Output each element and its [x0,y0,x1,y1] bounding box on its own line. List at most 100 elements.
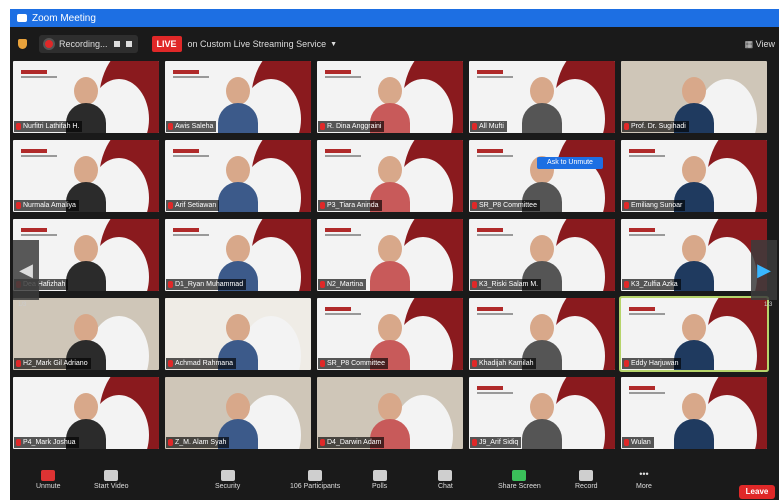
participant-face [226,235,250,263]
microphone-muted-icon [472,281,477,288]
record-button[interactable]: Record [575,470,598,490]
participant-tile[interactable]: N2_Martina [317,219,463,291]
event-logo [477,313,513,315]
microphone-muted-icon [16,202,21,209]
event-logo [629,155,665,157]
participant-name-tag: N2_Martina [318,279,367,290]
participant-tile[interactable]: P4_Mark Joshua [13,377,159,449]
participant-tile[interactable]: D4_Darwin Adam [317,377,463,449]
microphone-muted-icon [624,360,629,367]
participant-name: SR_P8 Committee [479,202,537,209]
live-badge[interactable]: LIVE [151,36,182,52]
participant-tile[interactable]: Arif Setiawan [165,140,311,212]
event-logo [173,149,199,153]
unmute-label: Unmute [36,483,61,490]
participant-name: D4_Darwin Adam [327,439,382,446]
participant-face [378,314,402,342]
participant-name-tag: Nurmala Amaliya [14,200,79,211]
participant-name: J9_Arif Sidiq [479,439,519,446]
share-screen-button[interactable]: Share Screen [498,470,541,490]
participant-tile[interactable]: Prof. Dr. Sugihadi [621,61,767,133]
microphone-muted-icon [624,281,629,288]
microphone-muted-icon [472,360,477,367]
chat-button[interactable]: Chat [438,470,453,490]
participant-name: K3_Zulfia Azka [631,281,678,288]
participant-face [530,235,554,263]
left-page-indicator: 1/3 [18,302,27,308]
microphone-muted-icon [320,281,325,288]
microphone-muted-icon [472,202,477,209]
participant-name: Nurmala Amaliya [23,202,76,209]
participant-tile[interactable]: K3_Zulfia Azka [621,219,767,291]
participant-face [682,77,706,105]
window-title: Zoom Meeting [32,12,96,24]
view-label: View [755,39,775,49]
microphone-muted-icon [16,123,21,130]
participant-tile[interactable]: Awis Saleha [165,61,311,133]
shield-icon [220,470,235,481]
participant-name-tag: Emiliang Sunoar [622,200,686,211]
event-logo [325,155,361,157]
security-button[interactable]: Security [215,470,240,490]
chevron-right-icon: ▶ [757,259,771,280]
event-logo [477,234,513,236]
participant-face [74,235,98,263]
chevron-down-icon[interactable]: ▼ [330,41,337,48]
view-button[interactable]: ▦ View [745,39,775,50]
participant-tile[interactable]: Nurfitri Lathifah H. [13,61,159,133]
participant-name-tag: Arif Setiawan [166,200,220,211]
participants-button[interactable]: 106 Participants [290,470,340,490]
participant-name: Z_M. Alam Syah [175,439,227,446]
live-stream-service[interactable]: on Custom Live Streaming Service [188,39,327,49]
recording-indicator[interactable]: Recording... [39,35,138,53]
event-logo [173,155,209,157]
polls-button[interactable]: Polls [372,470,387,490]
shield-icon[interactable] [18,39,27,49]
participant-face [74,77,98,105]
participant-tile[interactable]: Khadijah Kamilah [469,298,615,370]
participant-tile[interactable]: P3_Tiara Aninda [317,140,463,212]
event-logo [325,228,351,232]
participant-tile[interactable]: K3_Riski Salam M. [469,219,615,291]
participant-face [74,314,98,342]
participant-tile[interactable]: D1_Ryan Muhammad [165,219,311,291]
participant-tile[interactable]: SR_P8 Committee [469,140,615,212]
previous-page-button[interactable]: ◀ [13,240,39,300]
participant-tile[interactable]: Z_M. Alam Syah [165,377,311,449]
participant-tile[interactable]: R. Dina Anggraini [317,61,463,133]
microphone-muted-icon [168,123,173,130]
participant-name: Nurfitri Lathifah H. [23,123,80,130]
participant-name: Prof. Dr. Sugihadi [631,123,686,130]
participant-name: P3_Tiara Aninda [327,202,379,209]
unmute-button[interactable]: Unmute [36,470,61,490]
participant-tile[interactable]: J9_Arif Sidiq [469,377,615,449]
event-logo [477,392,513,394]
stop-icon[interactable] [125,41,132,47]
pause-icon[interactable] [113,41,120,47]
participant-tile[interactable]: Achmad Rahmana [165,298,311,370]
participant-face [226,314,250,342]
start-video-button[interactable]: Start Video [94,470,129,490]
participant-face [226,77,250,105]
event-logo [21,70,47,74]
participant-name: All Mufti [479,123,504,130]
event-logo [325,76,361,78]
participant-tile[interactable]: Eddy Harjuwan [621,298,767,370]
next-page-button[interactable]: ▶ [751,240,777,300]
participant-tile[interactable]: Emiliang Sunoar [621,140,767,212]
participant-tile[interactable]: H2_Mark Gil Adriano [13,298,159,370]
event-logo [173,228,199,232]
participant-name: P4_Mark Joshua [23,439,76,446]
record-icon [579,470,594,481]
participant-tile[interactable]: Nurmala Amaliya [13,140,159,212]
participant-tile[interactable]: SR_P8 Committee [317,298,463,370]
ask-to-unmute-button[interactable]: Ask to Unmute [537,157,603,169]
participant-name: K3_Riski Salam M. [479,281,539,288]
participant-name: Eddy Harjuwan [631,360,679,367]
leave-button[interactable]: Leave [739,485,775,499]
participant-name-tag: Nurfitri Lathifah H. [14,121,83,132]
more-label: More [636,483,652,490]
participant-tile[interactable]: All Mufti [469,61,615,133]
participant-tile[interactable]: Wulan [621,377,767,449]
more-button[interactable]: ••• More [636,470,652,491]
